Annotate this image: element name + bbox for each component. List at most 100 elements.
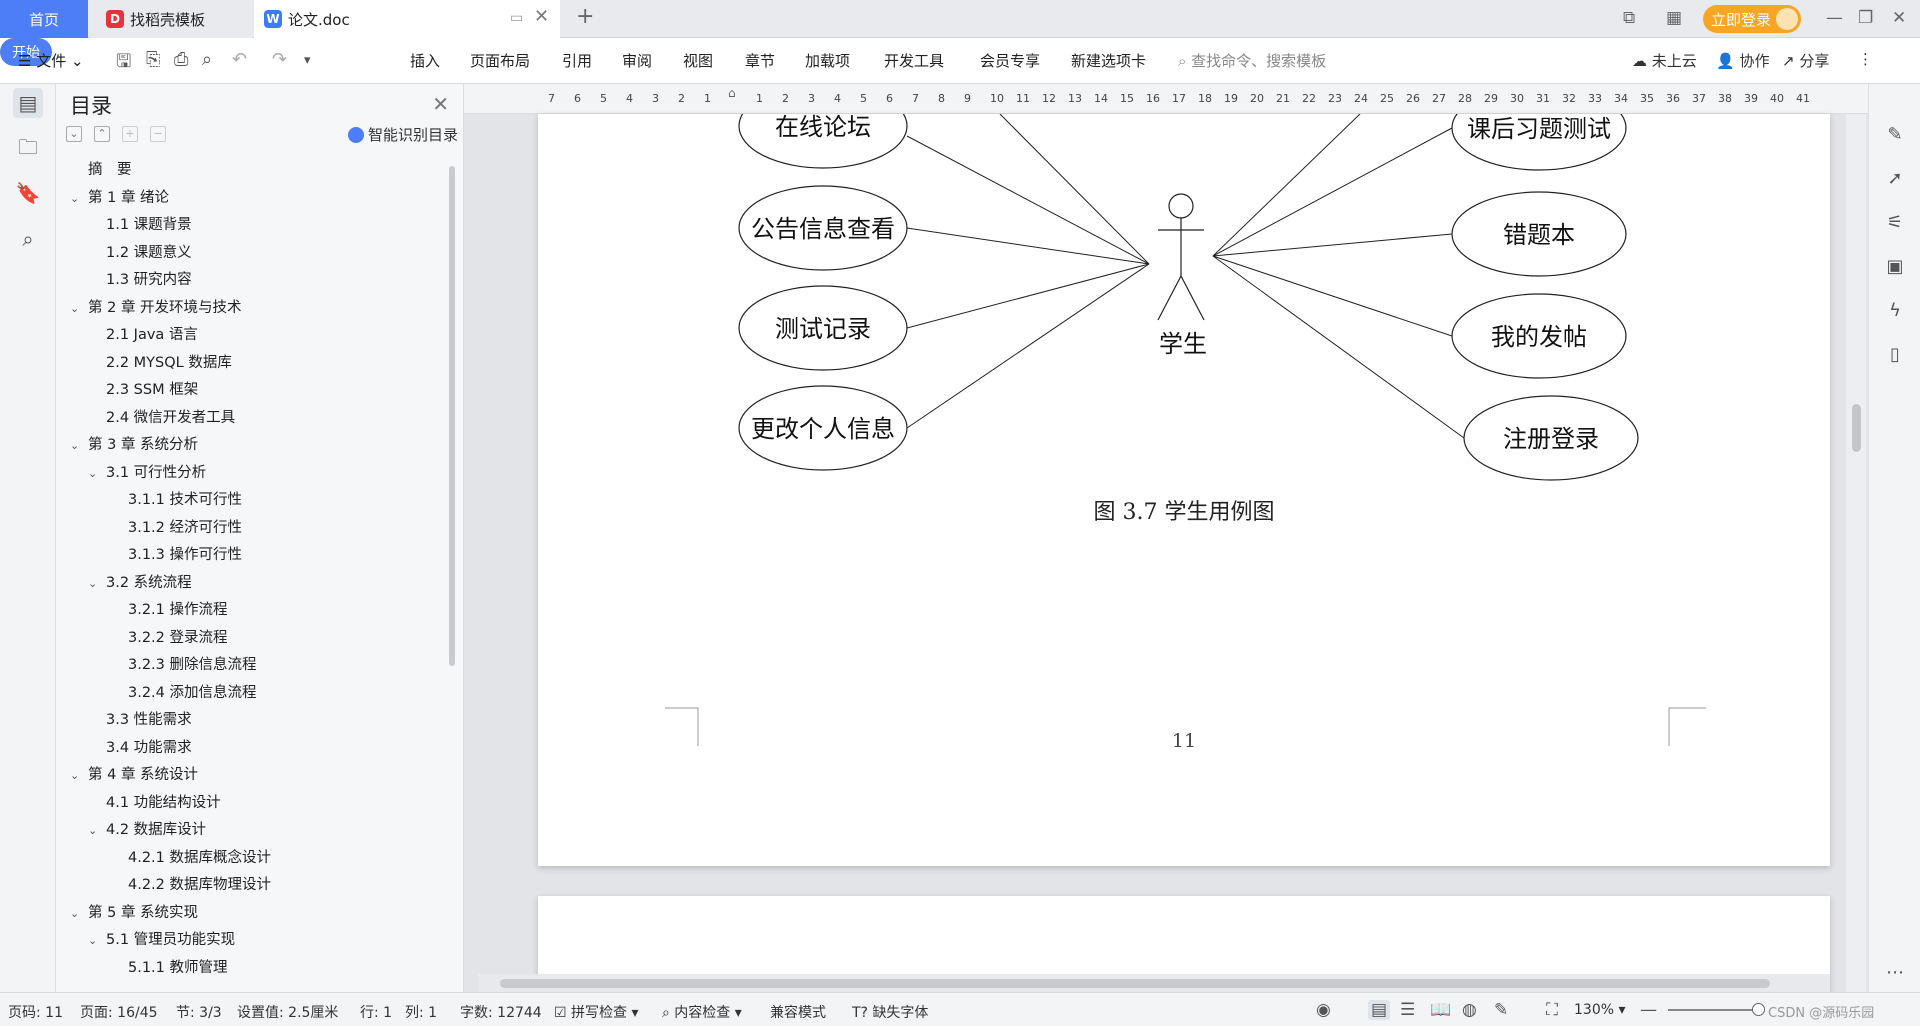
zoom-level[interactable]: 130% ▾ xyxy=(1574,1002,1626,1018)
close-window-icon[interactable]: ✕ xyxy=(1892,8,1906,28)
toc-item[interactable]: 4.2.1 数据库概念设计 xyxy=(128,846,271,870)
reader-icon[interactable]: ▯ xyxy=(1883,344,1907,368)
toc-item[interactable]: ⌄ 第 5 章 系统实现 xyxy=(70,901,198,925)
close-icon[interactable]: ✕ xyxy=(432,92,449,116)
horizontal-scroll-thumb[interactable] xyxy=(500,979,1770,988)
minimize-icon[interactable]: — xyxy=(1826,8,1843,28)
add-heading-icon[interactable]: + xyxy=(122,126,138,142)
menu-addins[interactable]: 加载项 xyxy=(805,50,850,71)
command-search[interactable]: ⌕ 查找命令、搜索模板 xyxy=(1178,50,1326,71)
image-tool-icon[interactable]: ▣ xyxy=(1883,256,1907,280)
collaborate-button[interactable]: 👤 协作 xyxy=(1716,50,1769,71)
chevron-down-icon[interactable]: ⌄ xyxy=(70,297,84,321)
chevron-down-icon[interactable]: ⌄ xyxy=(88,462,102,486)
eye-protect-icon[interactable]: ◉ xyxy=(1316,1000,1331,1020)
remove-heading-icon[interactable]: − xyxy=(150,126,166,142)
toc-item[interactable]: ⌄ 第 2 章 开发环境与技术 xyxy=(70,296,242,320)
zoom-slider-knob[interactable] xyxy=(1752,1003,1765,1016)
layout-icon[interactable]: ⧉ xyxy=(1623,8,1635,28)
toc-item[interactable]: 3.2.4 添加信息流程 xyxy=(128,681,257,705)
indent-marker-icon[interactable]: ⌂ xyxy=(728,86,736,100)
lightning-icon[interactable]: ϟ xyxy=(1883,300,1907,324)
content-check-button[interactable]: ⌕ 内容检查 ▾ xyxy=(662,1002,742,1022)
status-setting[interactable]: 设置值: 2.5厘米 xyxy=(237,1002,338,1022)
chevron-down-icon[interactable]: ⌄ xyxy=(70,187,84,211)
status-section[interactable]: 节: 3/3 xyxy=(176,1002,222,1022)
export-pdf-icon[interactable]: ⎘ xyxy=(146,49,160,70)
toc-item[interactable]: ⌄ 4.2 数据库设计 xyxy=(88,818,206,842)
missing-font-button[interactable]: T? 缺失字体 xyxy=(852,1002,928,1022)
chevron-down-icon[interactable]: ⌄ xyxy=(70,764,84,788)
toc-item[interactable]: 5.1.1 教师管理 xyxy=(128,956,228,980)
menu-member[interactable]: 会员专享 xyxy=(980,50,1040,71)
menu-new-tab[interactable]: 新建选项卡 xyxy=(1071,50,1146,71)
spell-check-button[interactable]: ☑ 拼写检查 ▾ xyxy=(554,1002,639,1022)
print-icon[interactable]: ⎙ xyxy=(174,49,188,70)
menu-developer[interactable]: 开发工具 xyxy=(884,50,944,71)
status-row[interactable]: 行: 1 xyxy=(360,1002,392,1022)
pin-icon[interactable]: ▭ xyxy=(510,10,523,26)
write-view-icon[interactable]: ✎ xyxy=(1494,1000,1508,1020)
menu-references[interactable]: 引用 xyxy=(562,50,592,71)
toc-nav-icon[interactable]: ▤ xyxy=(13,88,43,118)
toc-item[interactable]: 3.1.3 操作可行性 xyxy=(128,543,242,567)
apps-grid-icon[interactable]: ▦ xyxy=(1666,8,1682,28)
toc-item[interactable]: ⌄ 5.1 管理员功能实现 xyxy=(88,928,235,952)
toc-item[interactable]: ⌄ 第 4 章 系统设计 xyxy=(70,763,198,787)
collapse-all-icon[interactable]: ⌄ xyxy=(66,126,82,142)
menu-insert[interactable]: 插入 xyxy=(410,50,440,71)
more-dots-icon[interactable]: ⋯ xyxy=(1883,962,1907,986)
find-icon[interactable]: ⌕ xyxy=(13,224,43,254)
toc-item[interactable]: ⌄ 3.1 可行性分析 xyxy=(88,461,206,485)
page-view-icon[interactable]: ▤ xyxy=(1368,1000,1391,1020)
menu-view[interactable]: 视图 xyxy=(683,50,713,71)
chevron-down-icon[interactable]: ⌄ xyxy=(88,819,102,843)
undo-icon[interactable]: ↶ xyxy=(232,49,247,70)
share-button[interactable]: ↗ 分享 xyxy=(1782,50,1829,71)
toc-item[interactable]: 3.1.1 技术可行性 xyxy=(128,488,242,512)
horizontal-ruler[interactable]: 7 6 5 4 3 2 1 1 2 3 4 5 6 7 8 9 10 11 12 13 14 15 16 17 18 19 20 21… xyxy=(464,84,1868,114)
toc-item[interactable]: 2.1 Java 语言 xyxy=(106,323,198,347)
save-icon[interactable]: 🖫 xyxy=(116,49,131,79)
chapter-nav-icon[interactable]: 🗀 xyxy=(13,132,43,162)
chevron-down-icon[interactable]: ⌄ xyxy=(88,929,102,953)
toc-item[interactable]: 4.2.2 数据库物理设计 xyxy=(128,873,271,897)
toc-item[interactable]: 4.1 功能结构设计 xyxy=(106,791,221,815)
redo-icon[interactable]: ↷ xyxy=(272,49,287,70)
expand-all-icon[interactable]: ⌃ xyxy=(94,126,110,142)
toc-item[interactable]: 3.3 性能需求 xyxy=(106,708,192,732)
status-pages[interactable]: 页面: 16/45 xyxy=(80,1002,158,1022)
edit-pen-icon[interactable]: ✎ xyxy=(1883,124,1907,148)
chevron-down-icon[interactable]: ⌄ xyxy=(88,572,102,596)
toc-item[interactable]: 2.4 微信开发者工具 xyxy=(106,406,235,430)
menu-review[interactable]: 审阅 xyxy=(622,50,652,71)
restore-icon[interactable]: ❐ xyxy=(1858,8,1873,28)
toc-item[interactable]: 1.1 课题背景 xyxy=(106,213,192,237)
menu-page-layout[interactable]: 页面布局 xyxy=(470,50,530,71)
status-page[interactable]: 页码: 11 xyxy=(8,1002,63,1022)
toc-item[interactable]: 2.3 SSM 框架 xyxy=(106,378,198,402)
zoom-slider[interactable] xyxy=(1668,1009,1764,1011)
file-menu[interactable]: ☰ 文件 ⌄ xyxy=(18,50,84,71)
close-tab-icon[interactable]: ✕ xyxy=(534,6,549,27)
toc-item[interactable]: ⌄ 3.2 系统流程 xyxy=(88,571,192,595)
horizontal-scrollbar[interactable] xyxy=(478,974,1830,992)
outline-view-icon[interactable]: ☰ xyxy=(1400,1000,1415,1020)
vertical-scrollbar[interactable] xyxy=(1846,114,1866,992)
bookmark-icon[interactable]: 🔖 xyxy=(13,178,43,208)
status-wordcount[interactable]: 字数: 12744 xyxy=(460,1002,542,1022)
print-preview-icon[interactable]: ⌕ xyxy=(202,49,212,70)
toc-item[interactable]: 1.2 课题意义 xyxy=(106,241,192,265)
cloud-status[interactable]: ☁ 未上云 xyxy=(1632,50,1697,71)
quick-access-dropdown-icon[interactable]: ▾ xyxy=(304,53,311,68)
toc-item[interactable]: ⌄ 第 3 章 系统分析 xyxy=(70,433,198,457)
zoom-out-icon[interactable]: — xyxy=(1640,1000,1657,1020)
tab-home[interactable]: 首页 xyxy=(0,0,88,38)
toc-item[interactable]: ⌄ 第 1 章 绪论 xyxy=(70,186,169,210)
toc-item[interactable]: 2.2 MYSQL 数据库 xyxy=(106,351,232,375)
menu-chapter[interactable]: 章节 xyxy=(745,50,775,71)
tab-template[interactable]: D 找稻壳模板 xyxy=(90,0,252,38)
toc-scrollbar[interactable] xyxy=(449,166,455,666)
toc-item[interactable]: 1.3 研究内容 xyxy=(106,268,192,292)
toc-item[interactable]: 3.2.2 登录流程 xyxy=(128,626,228,650)
